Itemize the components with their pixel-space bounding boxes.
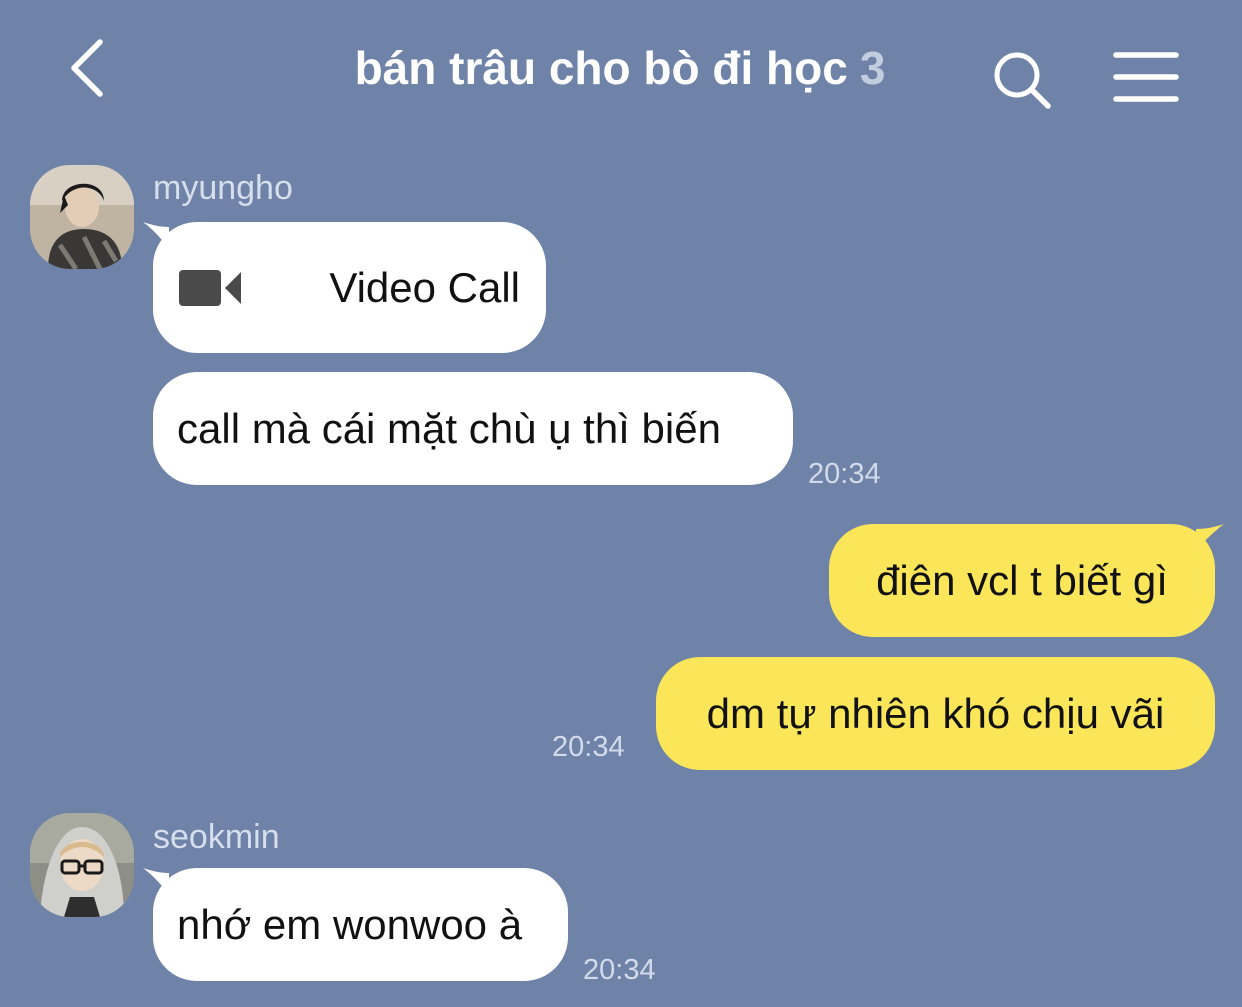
hamburger-menu-icon	[1113, 52, 1179, 102]
message-text: nhớ em wonwoo à	[177, 900, 523, 948]
sender-name: myungho	[153, 169, 293, 207]
video-call-message[interactable]: Video Call	[153, 222, 546, 353]
profile-photo	[30, 813, 134, 917]
chat-title-bar[interactable]: bán trâu cho bò đi học 3	[300, 36, 940, 100]
menu-button[interactable]	[1112, 50, 1180, 104]
video-camera-icon	[179, 269, 241, 306]
message-text: call mà cái mặt chù ụ thì biến	[177, 404, 721, 452]
back-button[interactable]	[62, 36, 118, 100]
search-button[interactable]	[990, 48, 1054, 112]
avatar-seokmin[interactable]	[30, 813, 134, 917]
message-bubble-outgoing[interactable]: điên vcl t biết gì	[829, 524, 1215, 637]
message-text: Video Call	[329, 263, 520, 311]
message-bubble-incoming[interactable]: nhớ em wonwoo à	[153, 868, 568, 981]
search-icon	[994, 52, 1051, 109]
chevron-left-icon	[71, 39, 103, 97]
profile-photo	[30, 165, 134, 269]
message-timestamp: 20:34	[552, 731, 625, 763]
member-count: 3	[859, 42, 886, 94]
message-text: dm tự nhiên khó chịu vãi	[706, 689, 1165, 737]
chat-header: bán trâu cho bò đi học 3	[0, 0, 1242, 140]
message-bubble-incoming[interactable]: call mà cái mặt chù ụ thì biến	[153, 372, 793, 485]
chat-title: bán trâu cho bò đi học	[354, 42, 848, 94]
message-text: điên vcl t biết gì	[876, 556, 1168, 604]
sender-name: seokmin	[153, 818, 280, 856]
message-bubble-outgoing[interactable]: dm tự nhiên khó chịu vãi	[656, 657, 1215, 770]
message-timestamp: 20:34	[808, 458, 881, 490]
avatar-myungho[interactable]	[30, 165, 134, 269]
message-timestamp: 20:34	[583, 954, 656, 986]
